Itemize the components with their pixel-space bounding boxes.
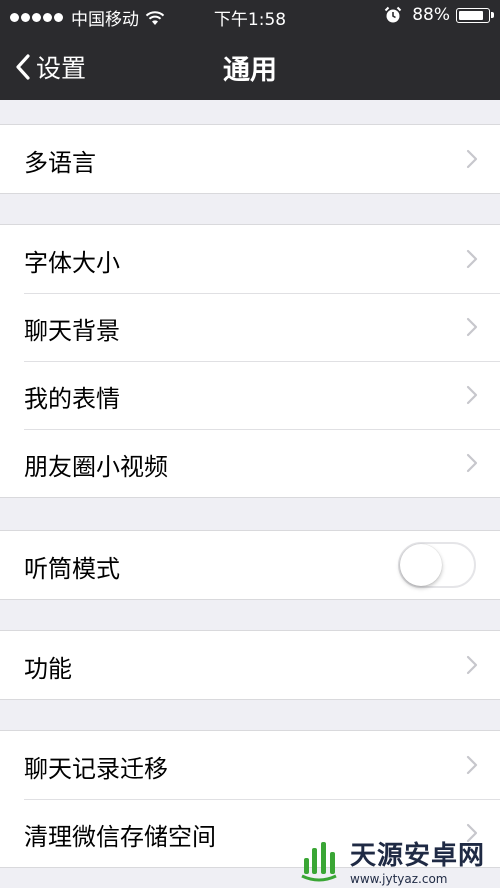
settings-row-moments-video[interactable]: 朋友圈小视频 [0,429,500,497]
row-label: 聊天记录迁移 [24,755,168,783]
row-label: 聊天背景 [24,317,120,345]
row-label: 字体大小 [24,249,120,277]
chevron-right-icon [466,317,478,337]
watermark: 天源安卓网 www.jytyaz.com [294,832,494,888]
battery-fill [459,10,483,20]
settings-group-display: 字体大小 聊天背景 我的表情 朋友圈小视频 [0,224,500,498]
watermark-text: 天源安卓网 www.jytyaz.com [350,835,485,886]
navigation-bar: 设置 通用 [0,32,500,100]
row-label: 朋友圈小视频 [24,453,168,481]
watermark-name: 天源安卓网 [350,840,486,871]
watermark-url: www.jytyaz.com [350,871,448,886]
settings-row-my-stickers[interactable]: 我的表情 [0,361,500,429]
row-label: 功能 [24,655,72,683]
row-label: 听筒模式 [24,555,120,583]
watermark-logo-icon [301,842,337,882]
toggle-knob [400,544,442,586]
battery-icon [456,7,494,23]
settings-row-multi-language[interactable]: 多语言 [0,125,500,193]
settings-row-chat-history-migration[interactable]: 聊天记录迁移 [0,731,500,799]
chevron-right-icon [466,655,478,675]
chevron-right-icon [466,149,478,169]
chevron-right-icon [466,453,478,473]
chevron-right-icon [466,755,478,775]
settings-group-language: 多语言 [0,124,500,194]
settings-row-features[interactable]: 功能 [0,631,500,699]
settings-group-features: 功能 [0,630,500,700]
battery-percentage: 88% [412,5,450,25]
settings-group-earpiece: 听筒模式 [0,530,500,600]
chevron-right-icon [466,385,478,405]
earpiece-mode-toggle[interactable] [398,542,476,588]
row-label: 多语言 [24,149,96,177]
row-label: 我的表情 [24,385,120,413]
alarm-clock-icon [384,6,402,23]
page-title: 通用 [223,55,277,86]
settings-row-font-size[interactable]: 字体大小 [0,225,500,293]
status-right: 88% [384,5,494,25]
screen: 中国移动 下午1:58 88% 设置 通用 多语言 字体大小 聊天背景 我的表情… [0,0,500,888]
row-label: 清理微信存储空间 [24,823,216,851]
settings-row-earpiece-mode: 听筒模式 [0,531,500,599]
chevron-right-icon [466,249,478,269]
status-bar: 中国移动 下午1:58 88% [0,0,500,32]
settings-row-chat-background[interactable]: 聊天背景 [0,293,500,361]
